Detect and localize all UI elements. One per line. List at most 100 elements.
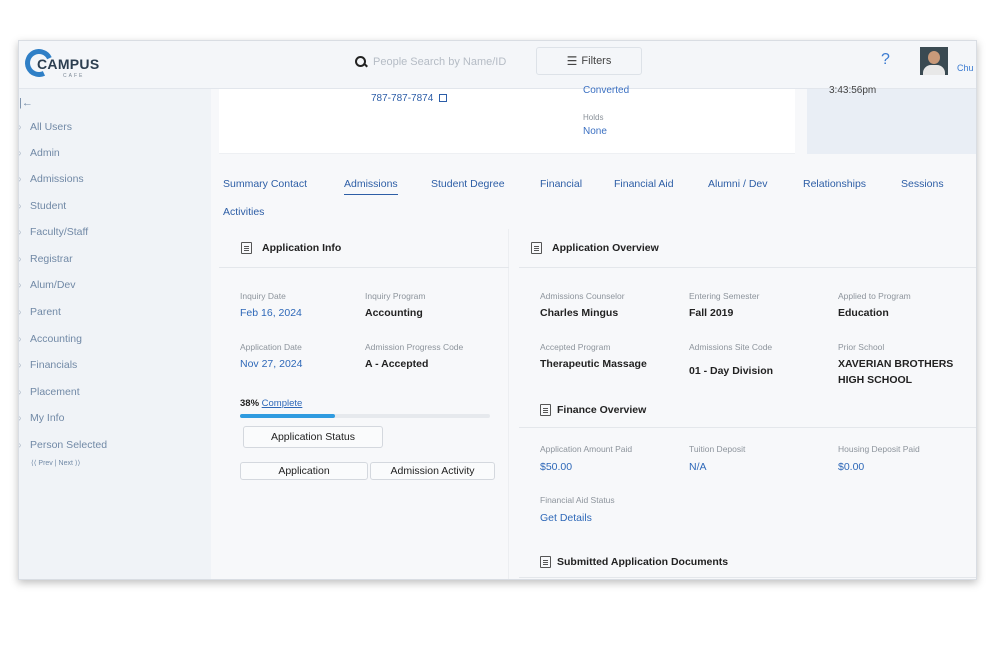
progress-code-label: Admission Progress Code (365, 342, 464, 352)
divider (219, 267, 509, 268)
id-card-icon (241, 242, 252, 254)
housing-deposit-value: $0.00 (838, 461, 865, 473)
help-icon[interactable]: ? (881, 51, 890, 69)
tuition-deposit-value: N/A (689, 461, 707, 473)
sidebar-item-financials[interactable]: ○Financials (19, 355, 209, 375)
progress-code-value: A - Accepted (365, 358, 429, 370)
my-info-icon: ○ (19, 413, 26, 423)
document-icon (540, 556, 551, 568)
filters-label: Filters (581, 55, 612, 67)
application-date-label: Application Date (240, 342, 302, 352)
sidebar-item-placement[interactable]: ○Placement (19, 382, 209, 402)
get-details-link[interactable]: Get Details (540, 512, 592, 524)
tab-financial[interactable]: Financial (540, 178, 582, 190)
avatar[interactable] (920, 47, 948, 75)
sidebar-item-registrar[interactable]: ○Registrar (19, 249, 209, 269)
status-value: Converted (583, 85, 630, 96)
users-icon: ○ (19, 122, 26, 132)
application-date-value: Nov 27, 2024 (240, 358, 303, 370)
inquiry-program-label: Inquiry Program (365, 291, 426, 301)
admin-icon: ○ (19, 148, 26, 158)
applied-program-label: Applied to Program (838, 291, 911, 301)
accounting-icon: ○ (19, 334, 26, 344)
sidebar-item-parent[interactable]: ○Parent (19, 302, 209, 322)
campus-cafe-logo[interactable]: CAMPUS CAFE (21, 45, 99, 83)
application-info-title: Application Info (241, 242, 341, 254)
sidebar-item-accounting[interactable]: ○Accounting (19, 329, 209, 349)
amount-paid-label: Application Amount Paid (540, 444, 633, 454)
user-name[interactable]: Chu (957, 63, 974, 73)
registrar-icon: ○ (19, 254, 26, 264)
sidebar-item-student[interactable]: ○Student (19, 196, 209, 216)
filter-icon: ☰ (566, 54, 578, 68)
inquiry-program-value: Accounting (365, 307, 423, 319)
finance-overview-title: Finance Overview (540, 404, 646, 416)
alum-icon: ○ (19, 280, 26, 290)
admission-activity-button[interactable]: Admission Activity (370, 462, 495, 480)
main-content: 787-787-7874 Converted Holds None 3:43:5… (211, 85, 976, 579)
progress-complete-link[interactable]: Complete (262, 398, 303, 409)
tab-activities[interactable]: Activities (223, 206, 264, 218)
sidebar-item-alum-dev[interactable]: ○Alum/Dev (19, 275, 209, 295)
tab-alumni-dev[interactable]: Alumni / Dev (708, 178, 768, 190)
application-button[interactable]: Application (240, 462, 368, 480)
sidebar-item-faculty-staff[interactable]: ○Faculty/Staff (19, 222, 209, 242)
counselor-label: Admissions Counselor (540, 291, 625, 301)
phone-number[interactable]: 787-787-7874 (371, 93, 448, 104)
tab-sessions[interactable]: Sessions (901, 178, 944, 190)
people-search (349, 48, 535, 76)
prior-school-line1: XAVERIAN BROTHERS (838, 358, 954, 370)
logo-subtext: CAFE (63, 73, 85, 79)
student-icon: ○ (19, 201, 26, 211)
tab-student-degree[interactable]: Student Degree (431, 178, 505, 190)
search-icon (353, 54, 369, 70)
admissions-icon: ○ (19, 174, 26, 184)
prev-next-nav[interactable]: ⟨⟨ Prev | Next ⟩⟩ (31, 459, 80, 467)
faculty-icon: ○ (19, 227, 26, 237)
progress-text: 38% Complete (240, 398, 303, 409)
application-info-panel: Application Info Inquiry Date Feb 16, 20… (219, 229, 509, 579)
sidebar-item-all-users[interactable]: ○All Users (19, 117, 209, 137)
inquiry-date-value: Feb 16, 2024 (240, 307, 302, 319)
profile-side-card: 3:43:56pm (807, 85, 976, 154)
site-code-label: Admissions Site Code (689, 342, 773, 352)
top-bar: CAMPUS CAFE ☰ Filters ? Chu (19, 41, 976, 89)
accepted-program-label: Accepted Program (540, 342, 611, 352)
document-icon (540, 404, 551, 416)
filters-button[interactable]: ☰ Filters (536, 47, 642, 75)
application-overview-panel: Application Overview Admissions Counselo… (519, 229, 976, 579)
submitted-documents-title: Submitted Application Documents (540, 556, 728, 568)
holds-label: Holds (583, 113, 604, 122)
search-input[interactable] (373, 56, 523, 68)
sidebar-item-admissions[interactable]: ○Admissions (19, 169, 209, 189)
document-icon (531, 242, 542, 254)
sidebar-item-my-info[interactable]: ○My Info (19, 408, 209, 428)
amount-paid-value: $50.00 (540, 461, 573, 473)
application-status-button[interactable]: Application Status (243, 426, 383, 448)
housing-deposit-label: Housing Deposit Paid (838, 444, 920, 454)
sidebar-item-admin[interactable]: ○Admin (19, 143, 209, 163)
holds-value[interactable]: None (583, 126, 607, 137)
tab-summary-contact[interactable]: Summary Contact (223, 178, 307, 190)
sidebar-item-person-selected[interactable]: ○Person Selected (19, 435, 209, 455)
aid-status-label: Financial Aid Status (540, 495, 615, 505)
financials-icon: ○ (19, 360, 26, 370)
tab-relationships[interactable]: Relationships (803, 178, 866, 190)
tab-admissions[interactable]: Admissions (344, 178, 398, 195)
tuition-deposit-label: Tuition Deposit (689, 444, 746, 454)
accepted-program-value: Therapeutic Massage (540, 358, 647, 370)
sidebar: |← ○All Users ○Admin ○Admissions ○Studen… (19, 89, 211, 579)
semester-label: Entering Semester (689, 291, 760, 301)
prior-school-line2: HIGH SCHOOL (838, 374, 913, 386)
semester-value: Fall 2019 (689, 307, 734, 319)
person-icon: ○ (19, 440, 26, 450)
parent-icon: ○ (19, 307, 26, 317)
tab-financial-aid[interactable]: Financial Aid (614, 178, 674, 190)
phone-icon (439, 94, 448, 102)
counselor-value: Charles Mingus (540, 307, 619, 319)
collapse-sidebar-icon[interactable]: |← (19, 97, 33, 109)
application-overview-title: Application Overview (531, 242, 659, 254)
profile-card: 787-787-7874 Converted Holds None (219, 85, 795, 154)
site-code-value: 01 - Day Division (689, 365, 774, 377)
progress-bar (240, 414, 490, 418)
